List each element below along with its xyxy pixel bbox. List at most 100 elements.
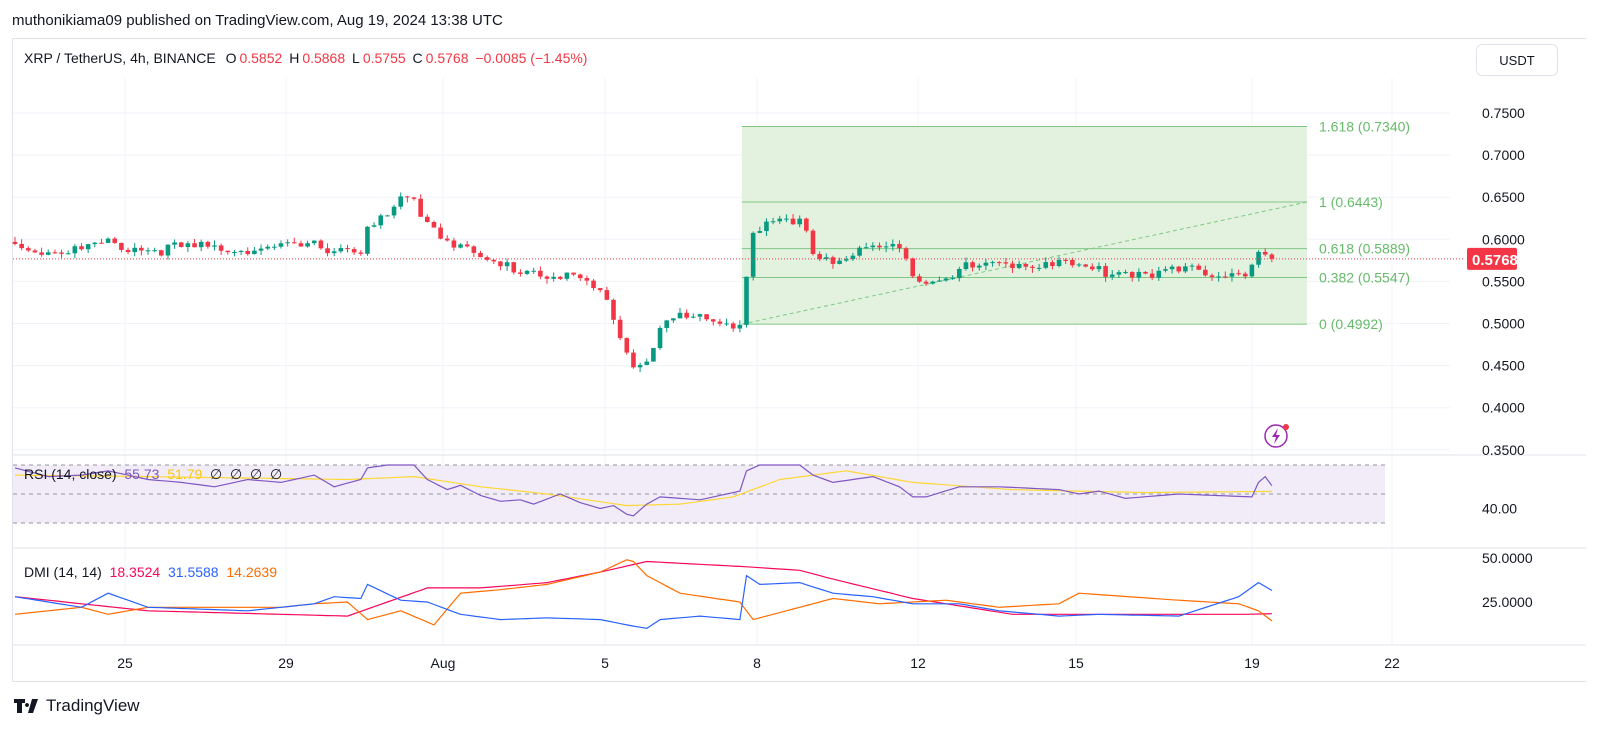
candle-body	[1036, 267, 1042, 269]
candle-body	[1050, 262, 1055, 267]
candle-body	[777, 218, 783, 222]
candle-body	[471, 246, 477, 253]
candle-body	[358, 252, 364, 254]
candle-body	[405, 196, 410, 198]
candle-body	[790, 218, 796, 225]
candle-body	[218, 245, 224, 251]
candle-body	[664, 320, 669, 328]
open-value: 0.5852	[239, 50, 283, 66]
y-tick-label: 0.5000	[1482, 316, 1525, 332]
candle-body	[1076, 264, 1082, 266]
fib-level-label: 0 (0.4992)	[1319, 316, 1383, 332]
candle-body	[418, 198, 423, 217]
candle-body	[285, 242, 290, 244]
candle-body	[1156, 270, 1162, 278]
lightning-icon	[1272, 428, 1280, 444]
candle-body	[125, 249, 131, 253]
chart-canvas[interactable]: 1.618 (0.7340) 1 (0.6443) 0.618 (0.5889) 0.…	[0, 0, 1600, 745]
candle-body	[677, 312, 683, 319]
candle-body	[26, 248, 31, 251]
candle-body	[72, 246, 78, 254]
candle-body	[371, 225, 377, 227]
candle-body	[478, 252, 483, 258]
candle-body	[444, 238, 450, 241]
tradingview-logo[interactable]: TradingView	[14, 696, 140, 716]
candle-body	[252, 250, 257, 255]
candle-body	[917, 276, 922, 282]
candle-body	[624, 338, 630, 353]
symbol-info: XRP / TetherUS, 4h, BINANCE	[24, 50, 216, 66]
candle-body	[305, 243, 310, 247]
candle-body	[903, 248, 909, 259]
candle-body	[584, 278, 590, 281]
candle-body	[1163, 269, 1168, 271]
candle-body	[345, 248, 350, 250]
candle-body	[704, 314, 709, 320]
candle-body	[99, 242, 104, 244]
candle-body	[311, 240, 317, 244]
candle-body	[1016, 263, 1022, 268]
candle-body	[524, 270, 530, 274]
candle-body	[172, 242, 177, 245]
y-tick-label: 0.7000	[1482, 147, 1525, 163]
dmi-label: DMI (14, 14)	[24, 564, 102, 580]
candle-body	[591, 280, 596, 289]
candle-body	[1030, 266, 1035, 268]
fib-zone	[741, 126, 1307, 325]
dmi-tick-label: 25.0000	[1482, 594, 1533, 610]
candle-body	[744, 276, 749, 325]
candle-body	[192, 243, 197, 248]
rsi-label: RSI (14, close)	[24, 466, 117, 482]
candle-body	[1176, 266, 1182, 272]
candle-body	[152, 250, 157, 252]
candle-body	[597, 288, 603, 291]
candle-body	[1083, 264, 1088, 267]
candle-body	[983, 262, 989, 266]
candle-body	[464, 244, 470, 247]
candle-body	[1143, 271, 1148, 274]
candle-body	[325, 248, 330, 254]
candle-body	[139, 247, 144, 251]
plus-di-value: 31.5588	[167, 564, 219, 580]
candle-body	[491, 259, 497, 262]
candle-body	[1103, 266, 1108, 277]
candle-body	[1136, 271, 1142, 278]
candle-body	[890, 244, 896, 247]
candle-body	[737, 324, 743, 329]
logo-text: TradingView	[46, 696, 140, 715]
candle-body	[637, 364, 643, 368]
candle-body	[119, 242, 124, 250]
candle-body	[498, 261, 503, 267]
candle-body	[531, 270, 536, 272]
candle-body	[544, 276, 550, 279]
candle-body	[1096, 266, 1102, 270]
candle-body	[331, 251, 337, 254]
candle-body	[651, 348, 656, 362]
candle-body	[338, 248, 344, 252]
candle-body	[830, 257, 836, 264]
fib-level-label: 1.618 (0.7340)	[1319, 118, 1410, 134]
candle-body	[1209, 275, 1215, 277]
y-tick-label: 0.5500	[1482, 273, 1525, 289]
currency-button[interactable]: USDT	[1476, 44, 1558, 76]
candle-body	[1109, 274, 1115, 277]
candle-body	[1236, 273, 1241, 275]
y-tick-label: 0.4000	[1482, 400, 1525, 416]
candle-body	[897, 244, 902, 249]
candle-body	[870, 245, 876, 248]
candle-body	[1256, 251, 1261, 265]
candle-body	[112, 238, 118, 243]
candle-body	[298, 243, 304, 247]
candle-body	[1043, 262, 1049, 268]
candle-body	[1189, 265, 1195, 267]
current-price-text: 0.5768	[1472, 252, 1518, 269]
candle-body	[1056, 259, 1062, 267]
candle-body	[810, 230, 816, 255]
open-label: O	[225, 50, 237, 66]
candle-body	[32, 250, 38, 253]
change-value: −0.0085 (−1.45%)	[475, 50, 588, 66]
y-tick-label: 0.4500	[1482, 358, 1525, 374]
candle-body	[1196, 265, 1201, 270]
x-tick: 15	[1068, 655, 1084, 671]
candle-body	[571, 272, 576, 275]
